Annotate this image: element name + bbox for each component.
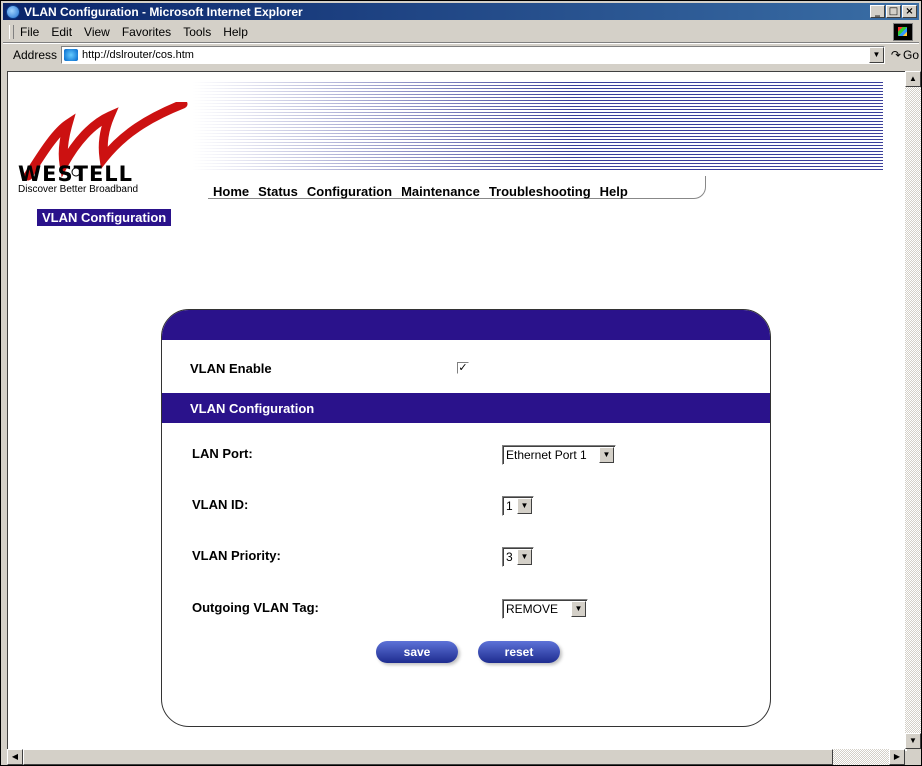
brand-name: WESTELL: [18, 162, 134, 186]
brand-tagline: Discover Better Broadband: [18, 184, 139, 195]
page-title: VLAN Configuration: [37, 209, 172, 226]
outgoing-tag-label: Outgoing VLAN Tag:: [192, 600, 319, 615]
section-title: VLAN Configuration: [190, 400, 315, 416]
page-viewport: WESTELL Discover Better Broadband Home S…: [7, 71, 907, 751]
ie-icon: [6, 4, 20, 19]
vlan-priority-label: VLAN Priority:: [192, 548, 281, 563]
outgoing-tag-select[interactable]: REMOVE ▼: [502, 599, 588, 619]
lan-port-select[interactable]: Ethernet Port 1 ▼: [502, 445, 616, 465]
title-bar: VLAN Configuration - Microsoft Internet …: [3, 3, 919, 20]
vlan-priority-value: 3: [506, 550, 513, 564]
nav-maintenance[interactable]: Maintenance: [401, 184, 480, 199]
nav-status[interactable]: Status: [258, 184, 298, 199]
menu-tools[interactable]: Tools: [183, 25, 211, 39]
section-header: VLAN Configuration: [162, 393, 770, 423]
address-bar: Address http://dslrouter/cos.htm ▼ ↷ Go: [3, 43, 919, 66]
reset-button[interactable]: reset: [478, 641, 560, 663]
menu-help[interactable]: Help: [223, 25, 248, 39]
vlan-id-label: VLAN ID:: [192, 497, 249, 512]
menu-file[interactable]: File: [20, 25, 39, 39]
header-stripes: [193, 82, 883, 172]
go-label: Go: [902, 48, 919, 62]
vlan-enable-checkbox[interactable]: ✓: [457, 362, 469, 374]
address-label: Address: [13, 48, 58, 62]
menu-bar: File Edit View Favorites Tools Help: [3, 22, 919, 43]
horizontal-scroll-thumb[interactable]: [23, 749, 833, 765]
chevron-down-icon: ▼: [599, 447, 614, 463]
panel-header: [162, 310, 770, 340]
nav-troubleshooting[interactable]: Troubleshooting: [489, 184, 591, 199]
scroll-down-arrow[interactable]: ▼: [905, 733, 921, 749]
minimize-button[interactable]: _: [870, 5, 885, 18]
window-title: VLAN Configuration - Microsoft Internet …: [24, 4, 303, 19]
vlan-id-value: 1: [506, 499, 513, 513]
address-url[interactable]: http://dslrouter/cos.htm: [82, 49, 194, 61]
vlan-id-select[interactable]: 1 ▼: [502, 496, 534, 516]
nav-help[interactable]: Help: [600, 184, 628, 199]
main-nav: Home Status Configuration Maintenance Tr…: [213, 184, 637, 199]
browser-window: VLAN Configuration - Microsoft Internet …: [0, 0, 922, 766]
window-controls: _ □ ×: [869, 5, 917, 18]
vlan-panel: VLAN Enable ✓ VLAN Configuration LAN Por…: [161, 309, 771, 727]
address-input[interactable]: http://dslrouter/cos.htm ▼: [61, 46, 885, 64]
page-icon: [64, 49, 79, 61]
outgoing-tag-value: REMOVE: [506, 602, 559, 616]
scroll-left-arrow[interactable]: ◀: [7, 749, 23, 765]
go-arrow-icon: ↷: [890, 48, 901, 62]
menu-edit[interactable]: Edit: [51, 25, 72, 39]
address-dropdown-button[interactable]: ▼: [868, 47, 884, 63]
go-button[interactable]: ↷ Go: [891, 48, 919, 62]
scroll-right-arrow[interactable]: ▶: [889, 749, 905, 765]
save-button[interactable]: save: [376, 641, 458, 663]
lan-port-value: Ethernet Port 1: [506, 448, 587, 462]
vertical-scrollbar[interactable]: ▲ ▼: [905, 71, 921, 749]
windows-logo-icon: [893, 23, 913, 41]
scroll-up-arrow[interactable]: ▲: [905, 71, 921, 87]
close-button[interactable]: ×: [902, 5, 917, 18]
menu-view[interactable]: View: [84, 25, 110, 39]
nav-configuration[interactable]: Configuration: [307, 184, 392, 199]
maximize-button[interactable]: □: [886, 5, 901, 18]
chevron-down-icon: ▼: [517, 549, 532, 565]
nav-home[interactable]: Home: [213, 184, 249, 199]
vlan-priority-select[interactable]: 3 ▼: [502, 547, 534, 567]
chevron-down-icon: ▼: [517, 498, 532, 514]
toolbar-grip[interactable]: [9, 25, 14, 39]
vlan-enable-label: VLAN Enable: [190, 361, 272, 376]
menu-favorites[interactable]: Favorites: [122, 25, 171, 39]
lan-port-label: LAN Port:: [192, 446, 253, 461]
chevron-down-icon: ▼: [571, 601, 586, 617]
horizontal-scrollbar[interactable]: ◀ ▶: [7, 749, 905, 765]
